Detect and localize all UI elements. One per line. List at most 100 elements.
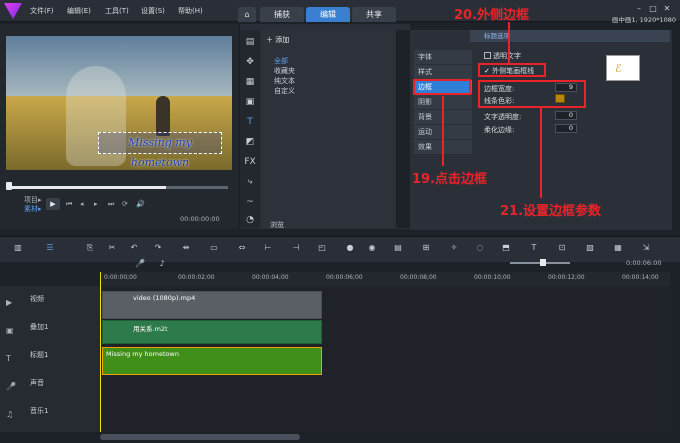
text-tool-icon[interactable]: T bbox=[528, 242, 540, 254]
library-item-all[interactable]: 全部 bbox=[274, 56, 288, 66]
scrub-knob[interactable] bbox=[6, 182, 12, 190]
library-item-favorites[interactable]: 收藏夹 bbox=[274, 66, 295, 76]
timeline-view-icon[interactable]: ☰ bbox=[44, 242, 56, 254]
ruler-tick: 0:00:00;00 bbox=[104, 274, 137, 281]
preview-window[interactable]: Missing my hometown bbox=[6, 36, 232, 170]
subtitle-icon[interactable]: ▤ bbox=[392, 242, 404, 254]
close-icon[interactable]: ✕ bbox=[662, 4, 672, 14]
library-item-custom[interactable]: 自定义 bbox=[274, 86, 295, 96]
speaker-icon[interactable]: ♪ bbox=[156, 258, 168, 270]
copy-icon[interactable]: ⎘ bbox=[84, 242, 96, 254]
fx-icon[interactable]: FX bbox=[244, 156, 256, 168]
trim-icon[interactable]: ⊢ bbox=[262, 242, 274, 254]
fit-icon[interactable]: ⇹ bbox=[180, 242, 192, 254]
text-opacity-label: 文字透明度: bbox=[484, 113, 522, 121]
menu-settings[interactable]: 设置(S) bbox=[141, 6, 165, 16]
multicam-icon[interactable]: ⊞ bbox=[420, 242, 432, 254]
repeat-icon[interactable]: ⟳ bbox=[122, 200, 128, 208]
volume-icon[interactable]: 🔊 bbox=[136, 200, 145, 208]
tab-style[interactable]: 样式 bbox=[414, 65, 472, 79]
skip-end-icon[interactable]: ⏭ bbox=[108, 200, 114, 209]
zoom-knob[interactable] bbox=[540, 259, 546, 266]
preset-letter-icon: ℰ bbox=[615, 62, 622, 75]
mode-clip[interactable]: 素材▸ bbox=[24, 204, 42, 214]
menu-help[interactable]: 帮助(H) bbox=[178, 6, 203, 16]
storyboard-view-icon[interactable]: ▥ bbox=[12, 242, 24, 254]
title-clip-label: Missing my hometown bbox=[106, 350, 179, 358]
graphics-icon[interactable]: ▣ bbox=[244, 96, 256, 108]
tab-share[interactable]: 共享 bbox=[352, 7, 396, 22]
cut-icon[interactable]: ✂ bbox=[106, 242, 118, 254]
track-music[interactable]: 音乐1 bbox=[30, 406, 48, 416]
record-icon[interactable]: ● bbox=[344, 242, 356, 254]
curve-icon[interactable]: ~ bbox=[244, 196, 256, 208]
library-item-plain-text[interactable]: 纯文本 bbox=[274, 76, 295, 86]
motion-icon[interactable]: ✧ bbox=[448, 242, 460, 254]
playhead[interactable] bbox=[100, 272, 101, 432]
minimize-icon[interactable]: – bbox=[634, 4, 644, 14]
soft-edge-field[interactable]: 0 bbox=[555, 124, 577, 133]
title-icon[interactable]: T bbox=[244, 116, 256, 128]
speed-icon[interactable]: ◔ bbox=[244, 214, 256, 226]
path-icon[interactable]: ⤷ bbox=[244, 176, 256, 188]
play-button[interactable]: ▶ bbox=[46, 198, 60, 210]
transparent-text-checkbox[interactable]: 透明文字 bbox=[484, 51, 521, 61]
media-icon[interactable]: ▤ bbox=[244, 36, 256, 48]
overlay-track-icon: ▣ bbox=[6, 326, 14, 335]
home-icon[interactable]: ⌂ bbox=[238, 7, 256, 22]
video-clip[interactable]: video (1080p).mp4 bbox=[102, 291, 322, 319]
timecode-display[interactable]: 00:00:00:00 bbox=[180, 215, 220, 223]
video-track-icon: ▶ bbox=[6, 298, 13, 307]
menu-tools[interactable]: 工具(T) bbox=[105, 6, 129, 16]
style-preset-thumbnail[interactable]: ℰ bbox=[606, 55, 640, 81]
menu-edit[interactable]: 编辑(E) bbox=[67, 6, 91, 16]
group-icon[interactable]: ◰ bbox=[316, 242, 328, 254]
overlay-clip[interactable]: 用关系.m2t bbox=[102, 320, 322, 344]
ruler-tick: 00:00:14;00 bbox=[622, 274, 659, 281]
annotation-arrow-21 bbox=[540, 108, 542, 198]
chart-icon[interactable]: ▦ bbox=[612, 242, 624, 254]
skip-start-icon[interactable]: ⏮ bbox=[66, 200, 72, 209]
filter-icon[interactable]: ◩ bbox=[244, 136, 256, 148]
track-overlay[interactable]: 叠加1 bbox=[30, 322, 48, 332]
highlight-outer-border bbox=[478, 63, 546, 77]
music-track-icon: ♫ bbox=[6, 410, 14, 419]
text-opacity-field[interactable]: 0 bbox=[555, 111, 577, 120]
track-headers bbox=[0, 286, 100, 432]
multi-trim-icon[interactable]: ⊣ bbox=[290, 242, 302, 254]
annotation-arrow-19 bbox=[442, 96, 444, 166]
mask-icon[interactable]: ⬒ bbox=[500, 242, 512, 254]
image-icon[interactable]: ▨ bbox=[584, 242, 596, 254]
split-icon[interactable]: ⇔ bbox=[236, 242, 248, 254]
sound-mix-icon[interactable]: ◉ bbox=[366, 242, 378, 254]
transparent-text-box bbox=[484, 52, 491, 59]
title-clip[interactable]: Missing my hometown bbox=[102, 347, 322, 375]
mic-icon[interactable]: 🎤 bbox=[134, 258, 146, 270]
tab-capture[interactable]: 捕获 bbox=[260, 7, 304, 22]
browse-button[interactable]: 浏览 bbox=[270, 220, 284, 230]
blend-icon[interactable]: ◌ bbox=[474, 242, 486, 254]
crop-icon[interactable]: ⊡ bbox=[556, 242, 568, 254]
track-voice[interactable]: 声音 bbox=[30, 378, 44, 388]
ruler-tick: 00:00:06;00 bbox=[326, 274, 363, 281]
step-back-icon[interactable]: ◂ bbox=[80, 200, 84, 208]
add-button[interactable]: ＋ 添加 bbox=[266, 35, 289, 45]
transition-icon[interactable]: ▦ bbox=[244, 76, 256, 88]
tab-font[interactable]: 字体 bbox=[414, 50, 472, 64]
screen-icon[interactable]: ▭ bbox=[208, 242, 220, 254]
title-text-overlay[interactable]: Missing my hometown bbox=[98, 132, 222, 169]
redo-icon[interactable]: ↷ bbox=[152, 242, 164, 254]
undo-icon[interactable]: ↶ bbox=[128, 242, 140, 254]
timeline-scrollbar[interactable] bbox=[100, 434, 300, 440]
scrub-bar-fill bbox=[8, 186, 166, 189]
ruler-tick: 00:00:08;00 bbox=[400, 274, 437, 281]
track-video[interactable]: 视频 bbox=[30, 294, 44, 304]
menu-file[interactable]: 文件(F) bbox=[30, 6, 54, 16]
maximize-icon[interactable]: □ bbox=[648, 4, 658, 14]
instant-project-icon[interactable]: ✥ bbox=[244, 56, 256, 68]
step-forward-icon[interactable]: ▸ bbox=[94, 200, 98, 208]
overlay-clip-label: 用关系.m2t bbox=[133, 325, 168, 333]
export-icon[interactable]: ⇲ bbox=[640, 242, 652, 254]
track-title[interactable]: 标题1 bbox=[30, 350, 48, 360]
tab-edit[interactable]: 编辑 bbox=[306, 7, 350, 22]
